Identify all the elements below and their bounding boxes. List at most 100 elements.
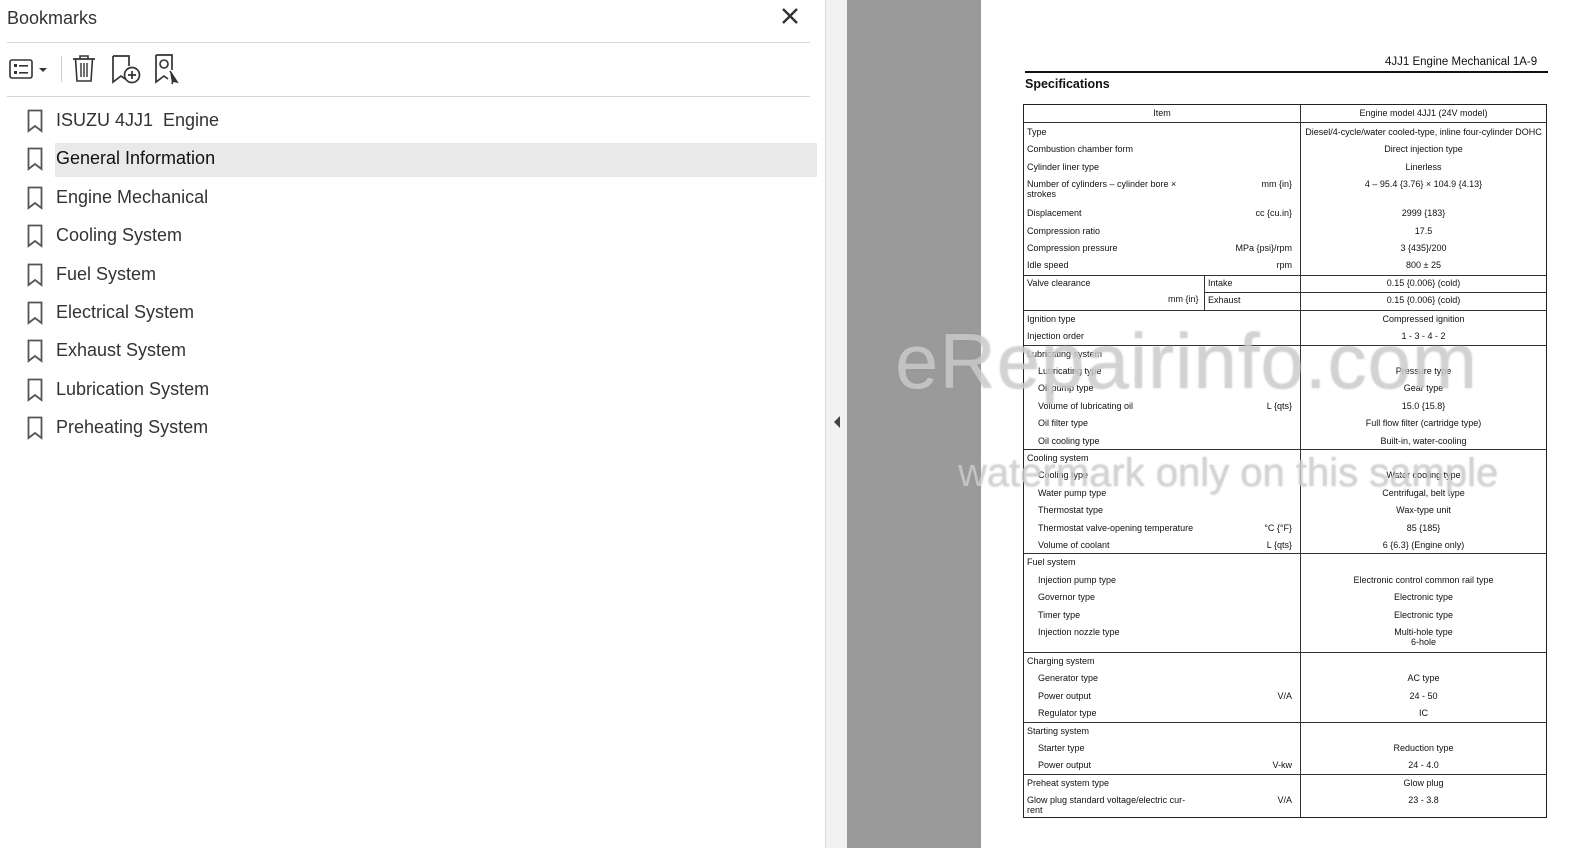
table-row: Volume of lubricating oil L {qts} 15.0 {15…: [1024, 398, 1546, 415]
document-page: 4JJ1 Engine Mechanical 1A-9 Specificatio…: [981, 0, 1593, 848]
row-label: Injection nozzle type: [1038, 627, 1120, 637]
row-label-continued: strokes: [1027, 189, 1057, 200]
bookmark-label: Lubrication System: [56, 378, 210, 399]
trash-icon: [73, 55, 95, 82]
table-row: Starting system: [1024, 723, 1546, 740]
row-value: IC: [1419, 708, 1428, 719]
row-value: Multi-hole type: [1394, 627, 1453, 637]
bookmark-label: Exhaust System: [56, 340, 187, 361]
row-label: Ignition type: [1027, 313, 1076, 324]
row-value: Gear type: [1403, 383, 1444, 394]
table-row: Volume of coolant L {qts} 6 {6.3} (Engine …: [1024, 537, 1546, 554]
bookmark-icon: [27, 186, 43, 210]
bookmark-item[interactable]: Engine Mechanical: [0, 180, 826, 216]
panel-title: Bookmarks: [7, 8, 98, 28]
row-label: Injection pump type: [1038, 574, 1117, 585]
table-row: Power output V/A 24 - 50: [1024, 688, 1546, 705]
row-label: Starter type: [1038, 743, 1085, 753]
bookmark-item[interactable]: Electrical System: [0, 295, 826, 331]
row-label: Glow plug standard voltage/electric cur-: [1027, 795, 1186, 806]
table-row: Type Diesel/4-cycle/water cooled-type, in…: [1024, 124, 1546, 141]
intake-value: 0.15 {0.006} (cold): [1386, 277, 1461, 288]
row-value: 800 ± 25: [1406, 260, 1441, 271]
table-row: Regulator type IC: [1024, 705, 1546, 722]
row-label: Fuel system: [1027, 557, 1076, 568]
bookmark-item[interactable]: Exhaust System: [0, 333, 826, 369]
column-header-model: Engine model 4JJ1 (24V model): [1359, 108, 1488, 118]
row-value: 24 - 4.0: [1408, 760, 1439, 771]
row-label: Governor type: [1038, 592, 1096, 603]
row-value: Linerless: [1405, 161, 1442, 172]
bookmarks-panel: Bookmarks ISUZU 4JJ1 Engine General Info…: [0, 0, 826, 848]
bookmark-item[interactable]: General Information: [0, 141, 826, 178]
row-value: Diesel/4-cycle/water cooled-type, inline…: [1305, 127, 1542, 137]
table-row: Oil cooling type Built-in, water-cooling: [1024, 433, 1546, 450]
row-label: Power output: [1038, 760, 1092, 771]
collapse-panel-button[interactable]: [826, 410, 847, 434]
table-row: Number of cylinders – cylinder bore × str…: [1024, 176, 1546, 205]
row-label: Thermostat valve-opening temperature: [1038, 522, 1194, 533]
row-label: Timer type: [1038, 609, 1081, 620]
row-label: Oil pump type: [1038, 383, 1094, 394]
bookmark-icon: [27, 301, 43, 325]
row-value: Pressure type: [1395, 366, 1452, 376]
row-value: 17.5: [1414, 225, 1433, 236]
row-unit: V/A: [1277, 690, 1292, 701]
bookmark-item[interactable]: Lubrication System: [0, 372, 826, 408]
bookmark-search-icon: [155, 54, 179, 85]
valve-row-divider: [1204, 291, 1546, 293]
add-bookmark-icon: [112, 55, 141, 84]
row-unit: L {qts}: [1266, 400, 1292, 411]
row-value: Water cooling type: [1386, 470, 1461, 481]
row-label: Oil cooling type: [1038, 435, 1100, 446]
find-bookmark-button[interactable]: [150, 50, 186, 88]
row-value: Electronic control common rail type: [1353, 574, 1494, 585]
table-row: Injection order 1 - 3 - 4 - 2: [1024, 328, 1546, 345]
row-label: Number of cylinders – cylinder bore ×: [1027, 179, 1177, 190]
row-value: 3 {435}/200: [1400, 243, 1447, 253]
table-row: Timer type Electronic type: [1024, 607, 1546, 624]
bookmark-icon: [27, 147, 43, 172]
bookmark-item[interactable]: Preheating System: [0, 410, 826, 446]
table-row: Thermostat valve-opening temperature °C {…: [1024, 520, 1546, 537]
bookmark-item[interactable]: ISUZU 4JJ1 Engine: [0, 103, 826, 139]
table-row: Oil pump type Gear type: [1024, 380, 1546, 397]
column-header-item: Item: [1153, 108, 1171, 118]
exhaust-value: 0.15 {0.006} (cold): [1386, 294, 1461, 305]
divider: [7, 96, 810, 97]
bookmarks-toolbar: [7, 50, 810, 90]
row-value: 85 {185}: [1406, 522, 1441, 533]
options-menu-button[interactable]: [7, 50, 51, 88]
table-row: Lubricating system: [1024, 346, 1546, 363]
table-row: Oil filter type Full flow filter (cartrid…: [1024, 415, 1546, 432]
row-label: Water pump type: [1038, 487, 1107, 498]
table-row: Glow plug standard voltage/electric cur-…: [1024, 792, 1546, 821]
row-label: Volume of coolant: [1038, 540, 1110, 550]
row-unit: L {qts}: [1266, 540, 1292, 550]
bookmark-item[interactable]: Fuel System: [0, 257, 826, 293]
bookmark-icon: [27, 339, 43, 364]
table-row: Ignition type Compressed ignition: [1024, 311, 1546, 328]
section-title: Specifications: [1025, 77, 1110, 91]
row-label: Cylinder liner type: [1027, 161, 1100, 172]
bookmark-item[interactable]: Cooling System: [0, 218, 826, 254]
close-icon: [782, 8, 798, 24]
row-label: Power output: [1038, 690, 1092, 701]
table-row: Generator type AC type: [1024, 670, 1546, 687]
table-row: Preheat system type Glow plug: [1024, 775, 1546, 792]
row-value: 2999 {183}: [1401, 208, 1446, 219]
delete-bookmark-button[interactable]: [69, 50, 99, 88]
page-header: 4JJ1 Engine Mechanical 1A-9: [1385, 56, 1538, 68]
row-label: Volume of lubricating oil: [1038, 400, 1134, 411]
close-panel-button[interactable]: [779, 4, 801, 28]
row-value: 4 – 95.4 {3.76} × 104.9 {4.13}: [1364, 179, 1483, 190]
row-label: Regulator type: [1038, 708, 1097, 719]
table-header-row: Item Engine model 4JJ1 (24V model): [1024, 105, 1546, 122]
row-label: Oil filter type: [1038, 418, 1089, 429]
bookmark-label: Cooling System: [56, 225, 183, 246]
bookmark-label: Engine Mechanical: [56, 186, 209, 207]
add-bookmark-button[interactable]: [108, 50, 144, 88]
row-unit: V-kw: [1272, 760, 1292, 771]
row-value: Wax-type unit: [1396, 505, 1451, 516]
row-label-continued: rent: [1027, 805, 1043, 816]
